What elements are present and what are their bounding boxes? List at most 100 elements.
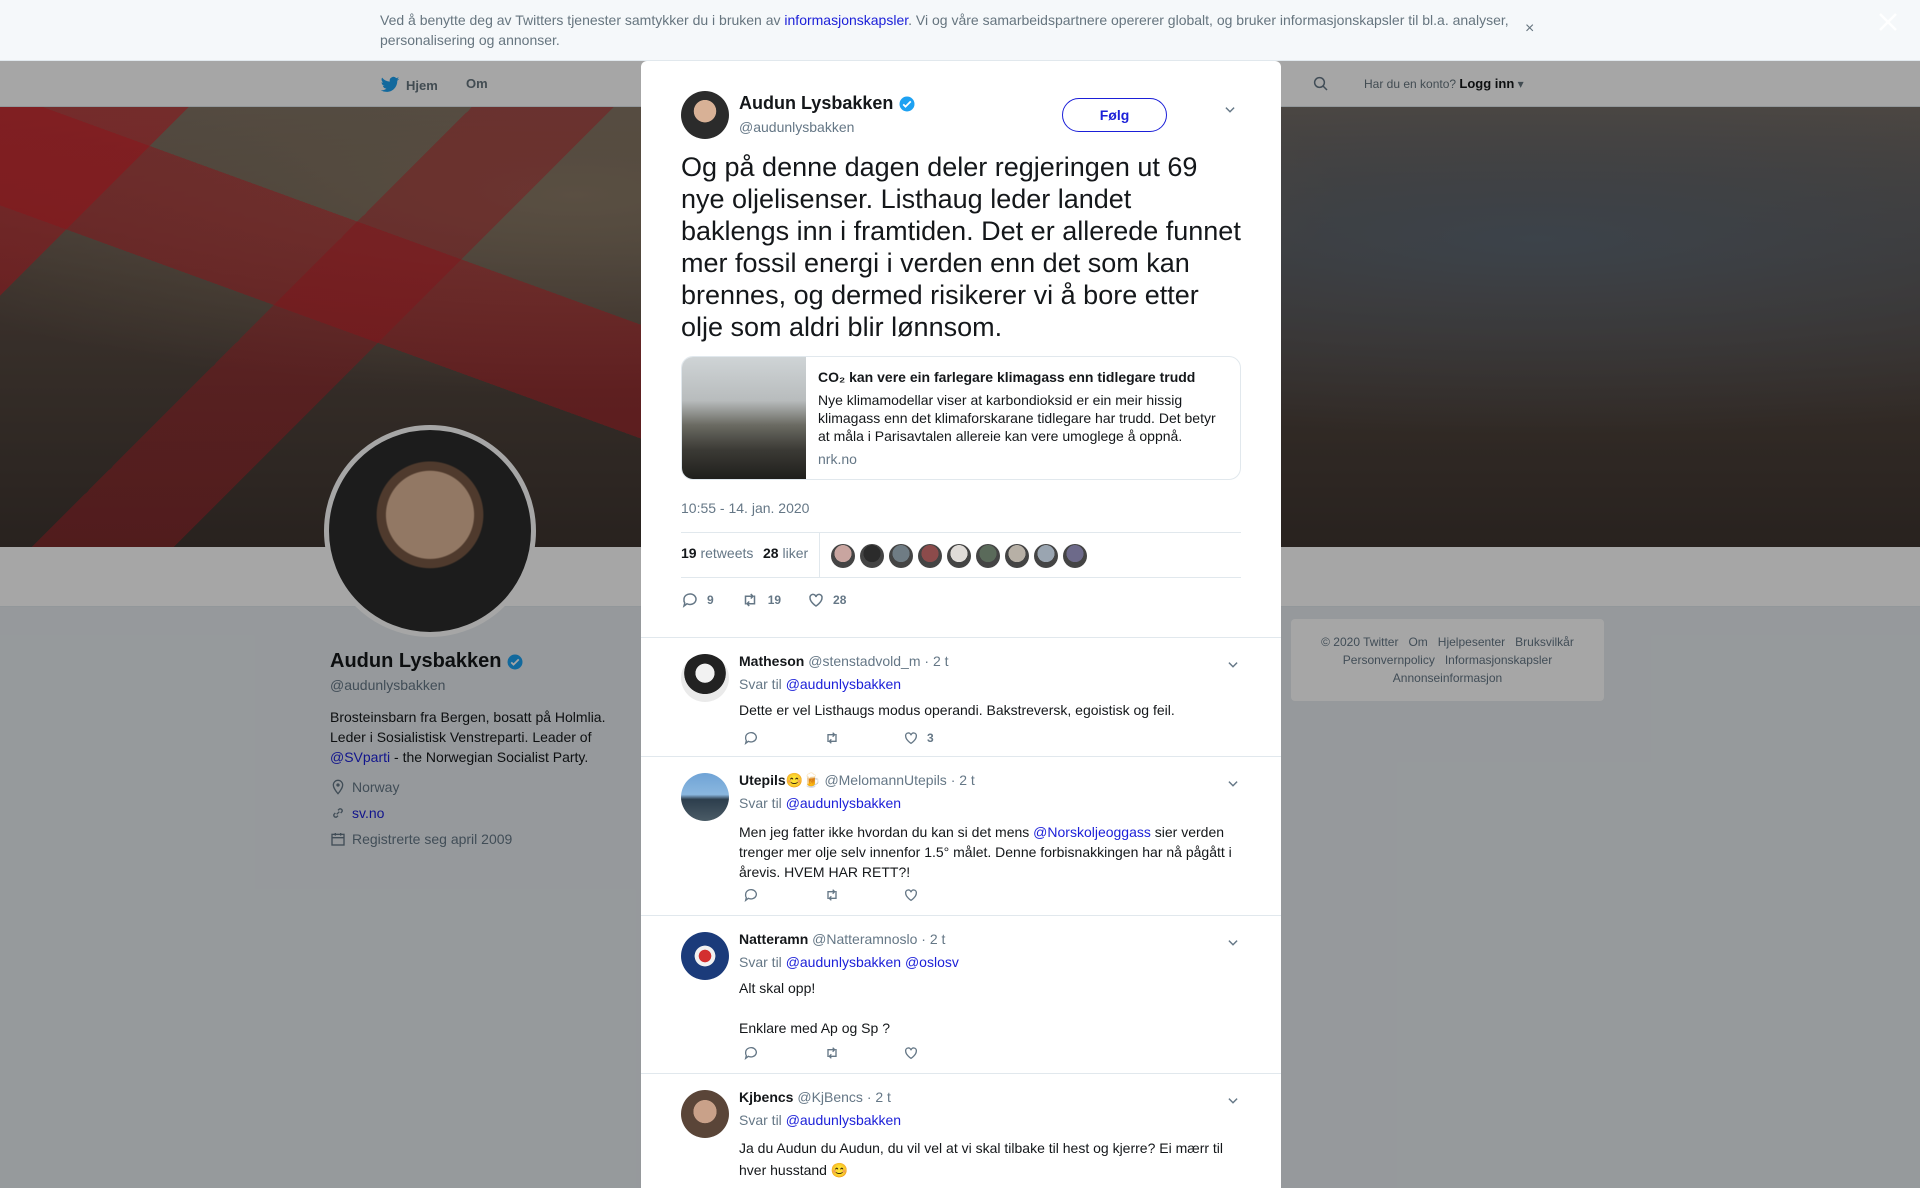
- tweet-modal: Audun Lysbakken @audunlysbakken Følg Og …: [641, 61, 1281, 1188]
- tweet-author-handle[interactable]: @audunlysbakken: [739, 119, 854, 135]
- reply-time[interactable]: · 2 t: [867, 1089, 891, 1105]
- retweet-action[interactable]: 19: [740, 591, 781, 609]
- footer-cookies-link[interactable]: Informasjonskapsler: [1445, 653, 1552, 667]
- verified-badge-icon: [899, 96, 915, 111]
- reply-header: Matheson @stenstadvold_m · 2 t: [739, 653, 949, 669]
- tweet-timestamp[interactable]: 10:55 - 14. jan. 2020: [681, 500, 809, 516]
- reply-to: Svar til @audunlysbakken: [739, 795, 901, 811]
- reply-author-name[interactable]: Natteramn: [739, 931, 808, 947]
- reply-to-link[interactable]: @audunlysbakken @oslosv: [786, 954, 959, 970]
- reply-action[interactable]: [743, 1045, 823, 1061]
- cookie-link[interactable]: informasjonskapsler: [784, 12, 908, 28]
- website-link[interactable]: sv.no: [352, 805, 384, 821]
- reply-author-name[interactable]: Kjbencs: [739, 1089, 793, 1105]
- chevron-down-icon[interactable]: [1223, 103, 1237, 117]
- cookie-text: Ved å benytte deg av Twitters tjenester …: [380, 10, 1520, 50]
- like-action[interactable]: [903, 887, 983, 903]
- bio-mention-link[interactable]: @SVparti: [330, 749, 390, 765]
- liker-avatar[interactable]: [918, 544, 942, 568]
- liker-avatar[interactable]: [1063, 544, 1087, 568]
- like-action[interactable]: 3: [903, 730, 983, 746]
- nav-home[interactable]: Hjem: [380, 76, 438, 94]
- reply-time[interactable]: · 2 t: [924, 653, 948, 669]
- liker-avatar[interactable]: [947, 544, 971, 568]
- reply-author-handle[interactable]: @Natteramnoslo: [812, 931, 917, 947]
- likes-stat[interactable]: 28 liker: [763, 545, 808, 561]
- retweet-action[interactable]: [823, 730, 903, 746]
- reply-avatar[interactable]: [681, 773, 729, 821]
- reply-actions: 3: [743, 730, 983, 746]
- liker-avatar[interactable]: [1005, 544, 1029, 568]
- cookie-close-button[interactable]: ×: [1525, 20, 1534, 38]
- footer-privacy-link[interactable]: Personvernpolicy: [1343, 653, 1435, 667]
- reply-author-name[interactable]: Utepils😊🍺: [739, 772, 821, 788]
- liker-avatar[interactable]: [976, 544, 1000, 568]
- account-question: Har du en konto?: [1364, 77, 1457, 91]
- reply-tweet[interactable]: Utepils😊🍺 @MelomannUtepils · 2 t Svar ti…: [641, 756, 1281, 915]
- retweets-label: retweets: [700, 545, 754, 561]
- chevron-down-icon[interactable]: [1226, 777, 1240, 791]
- nav-about[interactable]: Om: [466, 76, 488, 91]
- profile-bio: Brosteinsbarn fra Bergen, bosatt på Holm…: [330, 707, 630, 767]
- liker-avatar[interactable]: [889, 544, 913, 568]
- footer-terms-link[interactable]: Bruksvilkår: [1515, 635, 1574, 649]
- reply-avatar[interactable]: [681, 654, 729, 702]
- chevron-down-icon[interactable]: [1226, 1094, 1240, 1108]
- reply-action[interactable]: 9: [681, 591, 714, 609]
- reply-to-link[interactable]: @audunlysbakken: [786, 1112, 901, 1128]
- profile-handle: @audunlysbakken: [330, 677, 446, 693]
- link-icon: [333, 808, 343, 818]
- reply-action[interactable]: [743, 730, 823, 746]
- profile-location: Norway: [330, 779, 630, 795]
- reply-mention-link[interactable]: @Norskoljeoggass: [1033, 824, 1151, 840]
- login-prompt: Har du en konto? Logg inn ▾: [1364, 76, 1524, 91]
- reply-to-link[interactable]: @audunlysbakken: [786, 795, 901, 811]
- profile-avatar[interactable]: [324, 425, 536, 637]
- retweet-action[interactable]: [823, 1045, 903, 1061]
- close-icon[interactable]: [1876, 10, 1900, 34]
- reply-action[interactable]: [743, 887, 823, 903]
- liker-avatar[interactable]: [860, 544, 884, 568]
- likes-label: liker: [782, 545, 809, 561]
- reply-tweet[interactable]: Matheson @stenstadvold_m · 2 t Svar til …: [641, 637, 1281, 756]
- calendar-icon: [331, 833, 345, 846]
- like-action[interactable]: [903, 1045, 983, 1061]
- reply-author-handle[interactable]: @MelomannUtepils: [824, 772, 946, 788]
- profile-joined: Registrerte seg april 2009: [330, 831, 630, 847]
- retweet-icon: [744, 593, 755, 607]
- tweet-author-name-row: Audun Lysbakken: [739, 93, 916, 114]
- chevron-down-icon[interactable]: [1226, 658, 1240, 672]
- link-preview-card[interactable]: CO₂ kan vere ein farlegare klimagass enn…: [681, 356, 1241, 480]
- profile-name-row: Audun Lysbakken: [330, 650, 630, 673]
- tweet-author-avatar[interactable]: [681, 91, 729, 139]
- footer-ads-info-link[interactable]: Annonseinformasjon: [1393, 671, 1502, 685]
- liker-avatar[interactable]: [1034, 544, 1058, 568]
- reply-author-handle[interactable]: @KjBencs: [797, 1089, 863, 1105]
- like-action[interactable]: 28: [807, 591, 846, 609]
- chevron-down-icon[interactable]: [1226, 936, 1240, 950]
- login-link[interactable]: Logg inn: [1459, 76, 1514, 91]
- reply-author-name[interactable]: Matheson: [739, 653, 804, 669]
- reply-tweet[interactable]: Kjbencs @KjBencs · 2 t Svar til @audunly…: [641, 1073, 1281, 1188]
- liker-avatar[interactable]: [831, 544, 855, 568]
- reply-time[interactable]: · 2 t: [951, 772, 975, 788]
- retweet-count: 19: [767, 593, 782, 607]
- tweet-author-name[interactable]: Audun Lysbakken: [739, 93, 893, 114]
- footer-help-link[interactable]: Hjelpesenter: [1438, 635, 1505, 649]
- reply-count: 9: [707, 593, 714, 607]
- reply-author-handle[interactable]: @stenstadvold_m: [808, 653, 920, 669]
- reply-to-label: Svar til: [739, 795, 786, 811]
- joined-text: Registrerte seg april 2009: [352, 831, 513, 847]
- reply-avatar[interactable]: [681, 932, 729, 980]
- reply-avatar[interactable]: [681, 1090, 729, 1138]
- retweets-stat[interactable]: 19 retweets: [681, 545, 753, 561]
- retweet-action[interactable]: [823, 887, 903, 903]
- reply-to-link[interactable]: @audunlysbakken: [786, 676, 901, 692]
- twitter-bird-icon: [380, 76, 400, 92]
- footer-about-link[interactable]: Om: [1408, 635, 1427, 649]
- profile-name[interactable]: Audun Lysbakken: [330, 650, 502, 673]
- reply-time[interactable]: · 2 t: [921, 931, 945, 947]
- follow-button[interactable]: Følg: [1062, 98, 1167, 132]
- search-icon[interactable]: [1312, 75, 1330, 93]
- reply-tweet[interactable]: Natteramn @Natteramnoslo · 2 t Svar til …: [641, 915, 1281, 1073]
